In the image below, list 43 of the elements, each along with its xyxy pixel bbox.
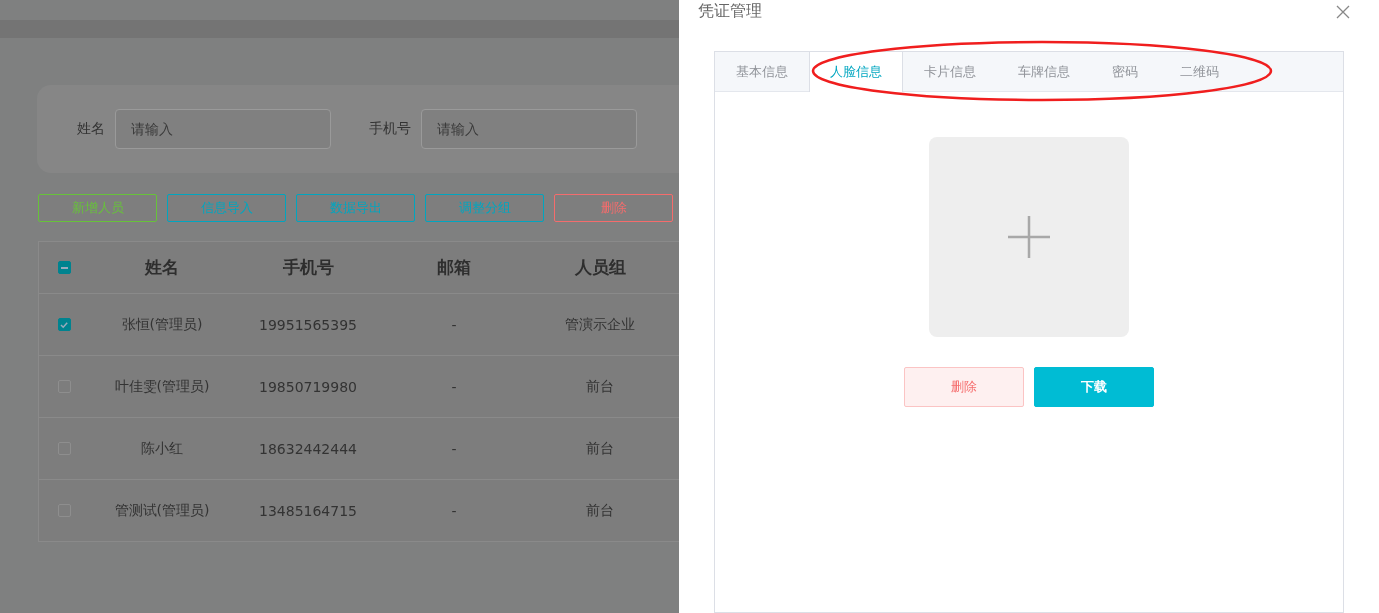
- tab[interactable]: 车牌信息: [997, 52, 1091, 92]
- action-button[interactable]: 信息导入: [167, 194, 286, 222]
- table-cell-text: -: [450, 316, 458, 333]
- table-cell-text: 张恒(管理员): [120, 315, 204, 334]
- tab[interactable]: 二维码: [1159, 52, 1240, 92]
- table-cell-text: 19850719980: [258, 378, 358, 395]
- table-cell-text: 13485164715: [258, 502, 358, 519]
- table-cell-text: 前台: [585, 439, 615, 458]
- upload-box[interactable]: [929, 137, 1129, 337]
- field-label: 姓名: [77, 120, 105, 138]
- action-button[interactable]: 新增人员: [38, 194, 157, 222]
- table-cell-text: 管演示企业: [564, 315, 636, 334]
- column-header: 姓名: [143, 256, 180, 279]
- action-button[interactable]: 调整分组: [425, 194, 544, 222]
- field-label: 手机号: [369, 120, 411, 138]
- table-cell-text: 叶佳雯(管理员): [113, 377, 211, 396]
- table-cell-text: 19951565395: [258, 316, 358, 333]
- drawer-title: 凭证管理: [698, 0, 762, 22]
- input-field[interactable]: 请输入: [421, 109, 637, 149]
- table-cell-text: -: [450, 502, 458, 519]
- tab[interactable]: 卡片信息: [903, 52, 997, 92]
- action-button[interactable]: 数据导出: [296, 194, 415, 222]
- action-button[interactable]: 删除: [554, 194, 673, 222]
- tab[interactable]: 人脸信息: [809, 52, 903, 92]
- column-header: 邮箱: [436, 256, 472, 279]
- table-cell-text: 前台: [585, 501, 615, 520]
- table-cell-text: -: [450, 440, 458, 457]
- row-checkbox[interactable]: [57, 318, 71, 331]
- close-icon[interactable]: [1336, 5, 1350, 19]
- select-all-checkbox[interactable]: [57, 261, 71, 274]
- column-header: 手机号: [281, 256, 335, 279]
- table-cell-text: 陈小红: [140, 439, 184, 458]
- table-cell-text: 18632442444: [258, 440, 358, 457]
- download-button[interactable]: 下载: [1034, 367, 1154, 407]
- plus-icon: [1008, 216, 1050, 258]
- delete-button[interactable]: 删除: [904, 367, 1024, 407]
- column-header: 人员组: [573, 256, 627, 279]
- table-cell-text: 前台: [585, 377, 615, 396]
- table-cell-text: -: [450, 378, 458, 395]
- input-field[interactable]: 请输入: [115, 109, 331, 149]
- table-cell-text: 管测试(管理员): [113, 501, 211, 520]
- tab[interactable]: 密码: [1091, 52, 1159, 92]
- tab[interactable]: 基本信息: [715, 52, 809, 92]
